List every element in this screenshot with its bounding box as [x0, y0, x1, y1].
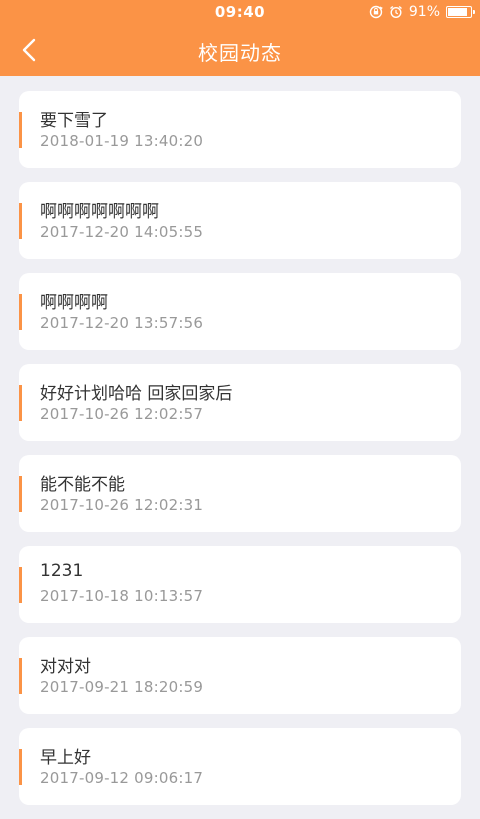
accent-bar: [19, 567, 22, 603]
accent-bar: [19, 476, 22, 512]
news-item[interactable]: 早上好 2017-09-12 09:06:17: [19, 728, 461, 805]
news-timestamp: 2017-10-18 10:13:57: [40, 587, 204, 605]
news-timestamp: 2017-10-26 12:02:31: [40, 496, 204, 514]
news-title: 早上好: [40, 748, 91, 768]
app-header: 09:40 91% 校园动态: [0, 0, 480, 76]
news-timestamp: 2017-09-21 18:20:59: [40, 678, 204, 696]
battery-icon: [446, 6, 475, 18]
navigation-bar: 校园动态: [0, 24, 480, 76]
alarm-clock-icon: [389, 5, 403, 19]
status-bar: 09:40 91%: [0, 0, 480, 24]
accent-bar: [19, 294, 22, 330]
news-title: 能不能不能: [40, 475, 125, 495]
news-title: 啊啊啊啊啊啊啊: [40, 202, 159, 222]
news-item[interactable]: 啊啊啊啊啊啊啊 2017-12-20 14:05:55: [19, 182, 461, 259]
news-title: 好好计划哈哈 回家回家后: [40, 384, 233, 404]
status-indicators: 91%: [369, 3, 475, 21]
news-title: 1231: [40, 561, 84, 581]
news-title: 要下雪了: [40, 111, 108, 131]
news-item[interactable]: 1231 2017-10-18 10:13:57: [19, 546, 461, 623]
news-timestamp: 2017-09-12 09:06:17: [40, 769, 204, 787]
page-title: 校园动态: [198, 41, 282, 65]
accent-bar: [19, 658, 22, 694]
news-title: 啊啊啊啊: [40, 293, 108, 313]
news-item[interactable]: 对对对 2017-09-21 18:20:59: [19, 637, 461, 714]
battery-level-fill: [448, 8, 467, 16]
news-timestamp: 2018-01-19 13:40:20: [40, 132, 204, 150]
accent-bar: [19, 749, 22, 785]
news-item[interactable]: 啊啊啊啊 2017-12-20 13:57:56: [19, 273, 461, 350]
accent-bar: [19, 203, 22, 239]
news-item[interactable]: 要下雪了 2018-01-19 13:40:20: [19, 91, 461, 168]
news-item[interactable]: 能不能不能 2017-10-26 12:02:31: [19, 455, 461, 532]
accent-bar: [19, 385, 22, 421]
news-title: 对对对: [40, 657, 91, 677]
news-list: 要下雪了 2018-01-19 13:40:20 啊啊啊啊啊啊啊 2017-12…: [19, 91, 461, 819]
battery-percent: 91%: [408, 4, 440, 20]
accent-bar: [19, 112, 22, 148]
news-timestamp: 2017-12-20 14:05:55: [40, 223, 204, 241]
news-timestamp: 2017-12-20 13:57:56: [40, 314, 204, 332]
rotation-lock-icon: [369, 5, 383, 19]
news-timestamp: 2017-10-26 12:02:57: [40, 405, 204, 423]
news-item[interactable]: 好好计划哈哈 回家回家后 2017-10-26 12:02:57: [19, 364, 461, 441]
